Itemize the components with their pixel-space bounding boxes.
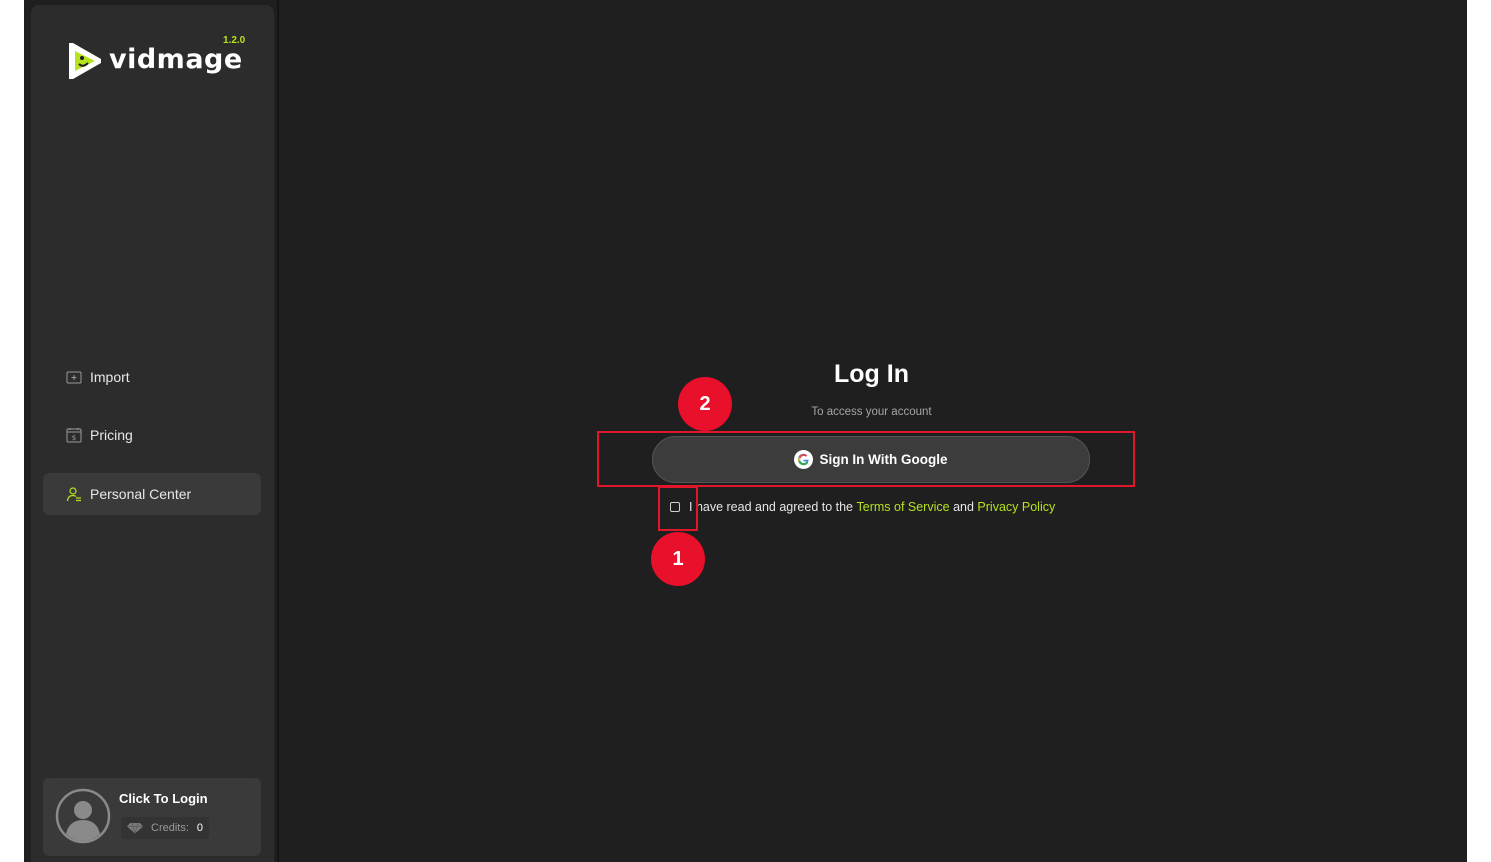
- and-text: and: [953, 500, 974, 514]
- page-title: Log In: [834, 360, 909, 388]
- app-window: vidmage 1.2.0 Import $ Pricing Personal …: [24, 0, 1467, 862]
- sidebar-item-import[interactable]: Import: [43, 356, 261, 398]
- credits-label: Credits:: [151, 822, 189, 834]
- highlight-google-button: [597, 431, 1135, 487]
- logo-text: vidmage: [109, 44, 243, 75]
- diamond-icon: [127, 822, 143, 834]
- import-icon: [66, 371, 82, 384]
- privacy-policy-link[interactable]: Privacy Policy: [977, 500, 1055, 514]
- page-subtitle: To access your account: [811, 406, 932, 418]
- sidebar-item-label: Personal Center: [90, 486, 192, 502]
- sidebar-divider: [277, 0, 279, 862]
- pricing-icon: $: [66, 428, 82, 443]
- sidebar-item-personal-center[interactable]: Personal Center: [43, 473, 261, 515]
- user-icon: [66, 487, 81, 502]
- sidebar: vidmage 1.2.0 Import $ Pricing Personal …: [31, 5, 274, 862]
- vidmage-logo-icon: [69, 43, 101, 79]
- terms-agreement-row: I have read and agreed to the Terms of S…: [670, 498, 1055, 516]
- step-marker-1: 1: [651, 532, 705, 586]
- click-to-login-label[interactable]: Click To Login: [119, 791, 208, 806]
- sidebar-item-pricing[interactable]: $ Pricing: [43, 414, 261, 456]
- terms-of-service-link[interactable]: Terms of Service: [857, 500, 950, 514]
- credits-value: 0: [196, 822, 204, 834]
- sidebar-item-label: Import: [90, 369, 130, 385]
- avatar-icon: [55, 788, 111, 844]
- highlight-checkbox: [658, 486, 698, 531]
- agree-text: I have read and agreed to the: [689, 500, 854, 514]
- step-marker-2: 2: [678, 377, 732, 431]
- credits-badge: Credits: 0: [121, 817, 210, 839]
- sidebar-item-label: Pricing: [90, 427, 133, 443]
- version-badge: 1.2.0: [223, 35, 246, 46]
- svg-text:$: $: [72, 434, 76, 442]
- logo: vidmage 1.2.0: [65, 35, 245, 85]
- login-card[interactable]: Click To Login Credits: 0: [43, 778, 261, 856]
